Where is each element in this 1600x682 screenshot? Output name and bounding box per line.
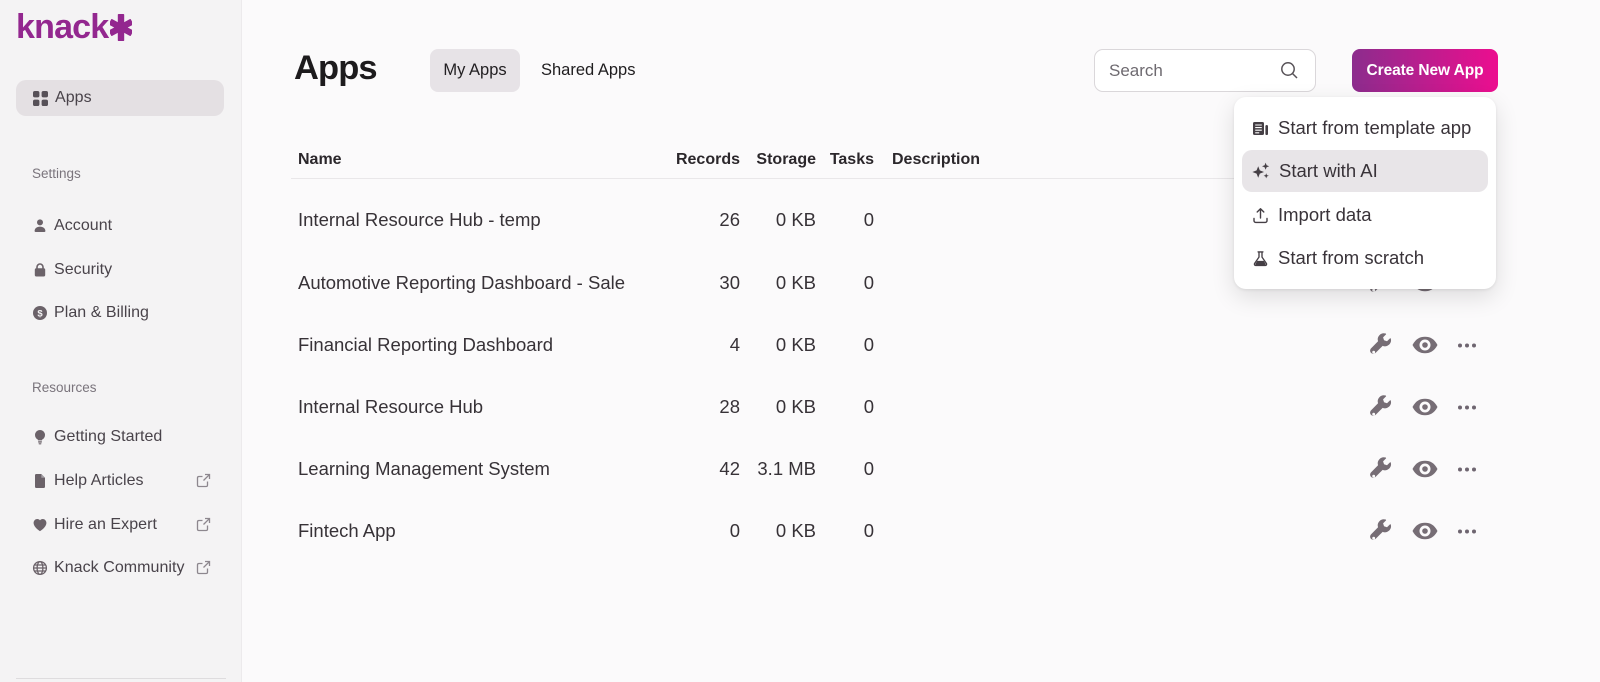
svg-text:$: $ <box>37 308 43 319</box>
